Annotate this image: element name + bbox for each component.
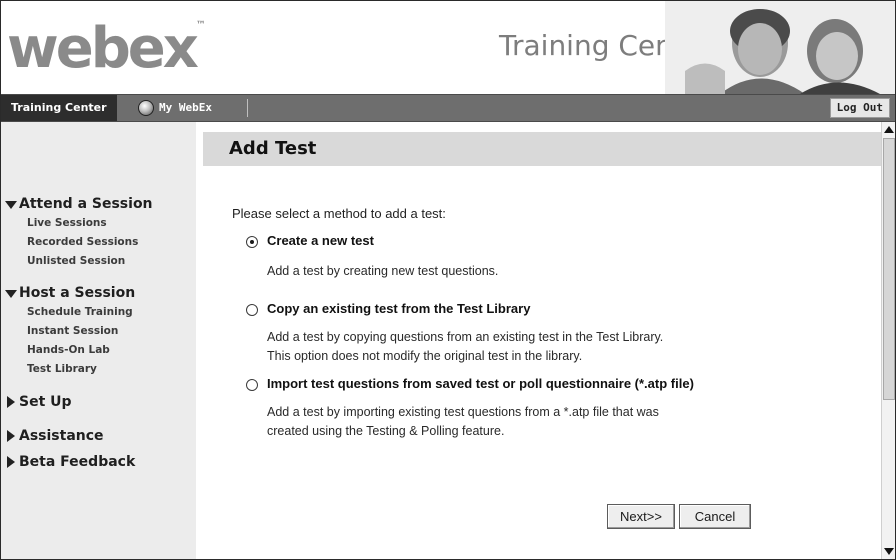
radio-copy-existing-test[interactable] <box>246 304 258 316</box>
sidebar-item-instant-session[interactable]: Instant Session <box>27 325 118 337</box>
header: webex™ Training Center <box>1 1 895 94</box>
scroll-up-arrow-icon[interactable] <box>884 126 894 133</box>
page-title: Add Test <box>229 138 317 159</box>
sidebar-item-unlisted-session[interactable]: Unlisted Session <box>27 255 125 267</box>
sidebar-section-set-up[interactable]: Set Up <box>7 394 72 410</box>
app-window: webex™ Training Center Training Center M… <box>0 0 896 560</box>
sidebar-section-beta-feedback[interactable]: Beta Feedback <box>7 454 135 470</box>
expand-down-icon <box>5 290 17 298</box>
sidebar-section-attend-a-session[interactable]: Attend a Session <box>5 196 153 212</box>
sidebar-item-recorded-sessions[interactable]: Recorded Sessions <box>27 236 138 248</box>
tab-my-webex[interactable]: My WebEx <box>159 95 212 121</box>
instruction-text: Please select a method to add a test: <box>232 206 446 221</box>
sidebar-item-schedule-training[interactable]: Schedule Training <box>27 306 133 318</box>
sidebar-section-host-a-session[interactable]: Host a Session <box>5 285 135 301</box>
top-nav-bar: Training Center My WebEx Log Out <box>1 94 895 122</box>
sidebar-item-live-sessions[interactable]: Live Sessions <box>27 217 107 229</box>
scroll-down-arrow-icon[interactable] <box>884 548 894 555</box>
next-button[interactable]: Next>> <box>607 504 675 529</box>
globe-icon <box>138 100 154 116</box>
sidebar-section-assistance[interactable]: Assistance <box>7 428 104 444</box>
option-label-import-test-questions[interactable]: Import test questions from saved test or… <box>267 376 694 391</box>
expand-down-icon <box>5 201 17 209</box>
page-title-bar: Add Test <box>203 132 881 166</box>
nav-divider <box>247 99 248 117</box>
sidebar-item-test-library[interactable]: Test Library <box>27 363 97 375</box>
expand-right-icon <box>7 456 15 468</box>
webex-logo: webex™ <box>7 16 206 81</box>
vertical-scrollbar[interactable] <box>881 122 895 559</box>
sidebar-item-hands-on-lab[interactable]: Hands-On Lab <box>27 344 110 356</box>
cancel-button[interactable]: Cancel <box>679 504 751 529</box>
tab-training-center[interactable]: Training Center <box>1 95 117 121</box>
expand-right-icon <box>7 396 15 408</box>
logout-button[interactable]: Log Out <box>829 98 890 118</box>
scrollbar-thumb[interactable] <box>883 138 895 400</box>
option-label-copy-existing-test[interactable]: Copy an existing test from the Test Libr… <box>267 301 530 316</box>
radio-import-test-questions[interactable] <box>246 379 258 391</box>
header-photo <box>665 1 895 94</box>
radio-create-new-test[interactable] <box>246 236 258 248</box>
main-content: Add Test Please select a method to add a… <box>197 122 881 559</box>
sidebar: Attend a Session Live Sessions Recorded … <box>1 122 196 559</box>
option-desc-create-new-test: Add a test by creating new test question… <box>267 264 499 278</box>
option-label-create-new-test[interactable]: Create a new test <box>267 233 374 248</box>
expand-right-icon <box>7 430 15 442</box>
option-desc-import-test-questions: Add a test by importing existing test qu… <box>267 405 659 438</box>
option-desc-copy-existing-test: Add a test by copying questions from an … <box>267 330 664 363</box>
